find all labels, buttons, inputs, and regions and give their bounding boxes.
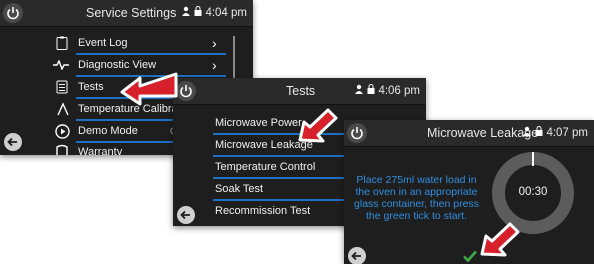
callout-arrow-tests [120, 72, 178, 106]
checklist-icon [56, 80, 68, 97]
back-button[interactable] [177, 206, 195, 224]
back-arrow-icon [7, 137, 17, 147]
check-icon [463, 250, 477, 263]
back-arrow-icon [180, 210, 190, 220]
timer-start-marker [532, 152, 534, 166]
menu-item-label: Tests [78, 81, 104, 93]
menu-item-label: Demo Mode [78, 125, 138, 137]
test-item-label: Recommission Test [215, 205, 311, 217]
menu-item-event-log[interactable]: Event Log › [0, 33, 253, 55]
power-button[interactable] [3, 3, 23, 23]
page-title: Tests [286, 84, 316, 98]
flame-icon [57, 102, 69, 119]
clock-time: 4:06 pm [378, 85, 420, 98]
confirm-button[interactable] [462, 248, 478, 264]
page-title: Service Settings [86, 6, 177, 20]
timer-readout: 00:30 [518, 186, 548, 198]
user-icon [522, 120, 532, 146]
status-area: 4:04 pm [181, 0, 247, 26]
back-button[interactable] [348, 247, 366, 264]
play-icon [55, 124, 70, 142]
callout-arrow-microwave-leakage [298, 108, 338, 143]
menu-item-label: Event Log [78, 37, 128, 49]
back-arrow-icon [351, 251, 361, 261]
title-bar: Service Settings 4:04 pm [0, 0, 253, 27]
clock-time: 4:04 pm [205, 7, 247, 20]
status-area: 4:07 pm [522, 120, 588, 146]
title-bar: Microwave Leakage 4:07 pm [344, 120, 594, 147]
back-button[interactable] [4, 133, 22, 151]
test-item-label: Microwave Power [215, 117, 302, 129]
callout-arrow-confirm [480, 222, 520, 257]
power-icon [351, 127, 363, 140]
title-bar: Tests 4:06 pm [173, 78, 426, 105]
chevron-right-icon: › [212, 35, 217, 51]
lock-icon [367, 78, 375, 104]
chevron-right-icon: › [212, 57, 217, 73]
lock-icon [194, 0, 202, 26]
instruction-text: Place 275ml water load in the oven in an… [354, 174, 479, 222]
clipboard-icon [56, 36, 68, 53]
status-area: 4:06 pm [354, 78, 420, 104]
user-icon [181, 0, 191, 26]
test-item-label: Temperature Control [215, 161, 316, 173]
pulse-icon [53, 59, 69, 73]
clock-time: 4:07 pm [546, 127, 588, 140]
power-icon [7, 7, 19, 20]
test-item-label: Soak Test [215, 183, 264, 195]
menu-item-label: Warranty [78, 146, 123, 155]
warranty-icon [56, 144, 68, 155]
lock-icon [535, 120, 543, 146]
microwave-leakage-screen: Microwave Leakage 4:07 pm Place 275ml wa… [344, 120, 594, 264]
user-icon [354, 78, 364, 104]
power-button[interactable] [347, 123, 367, 143]
